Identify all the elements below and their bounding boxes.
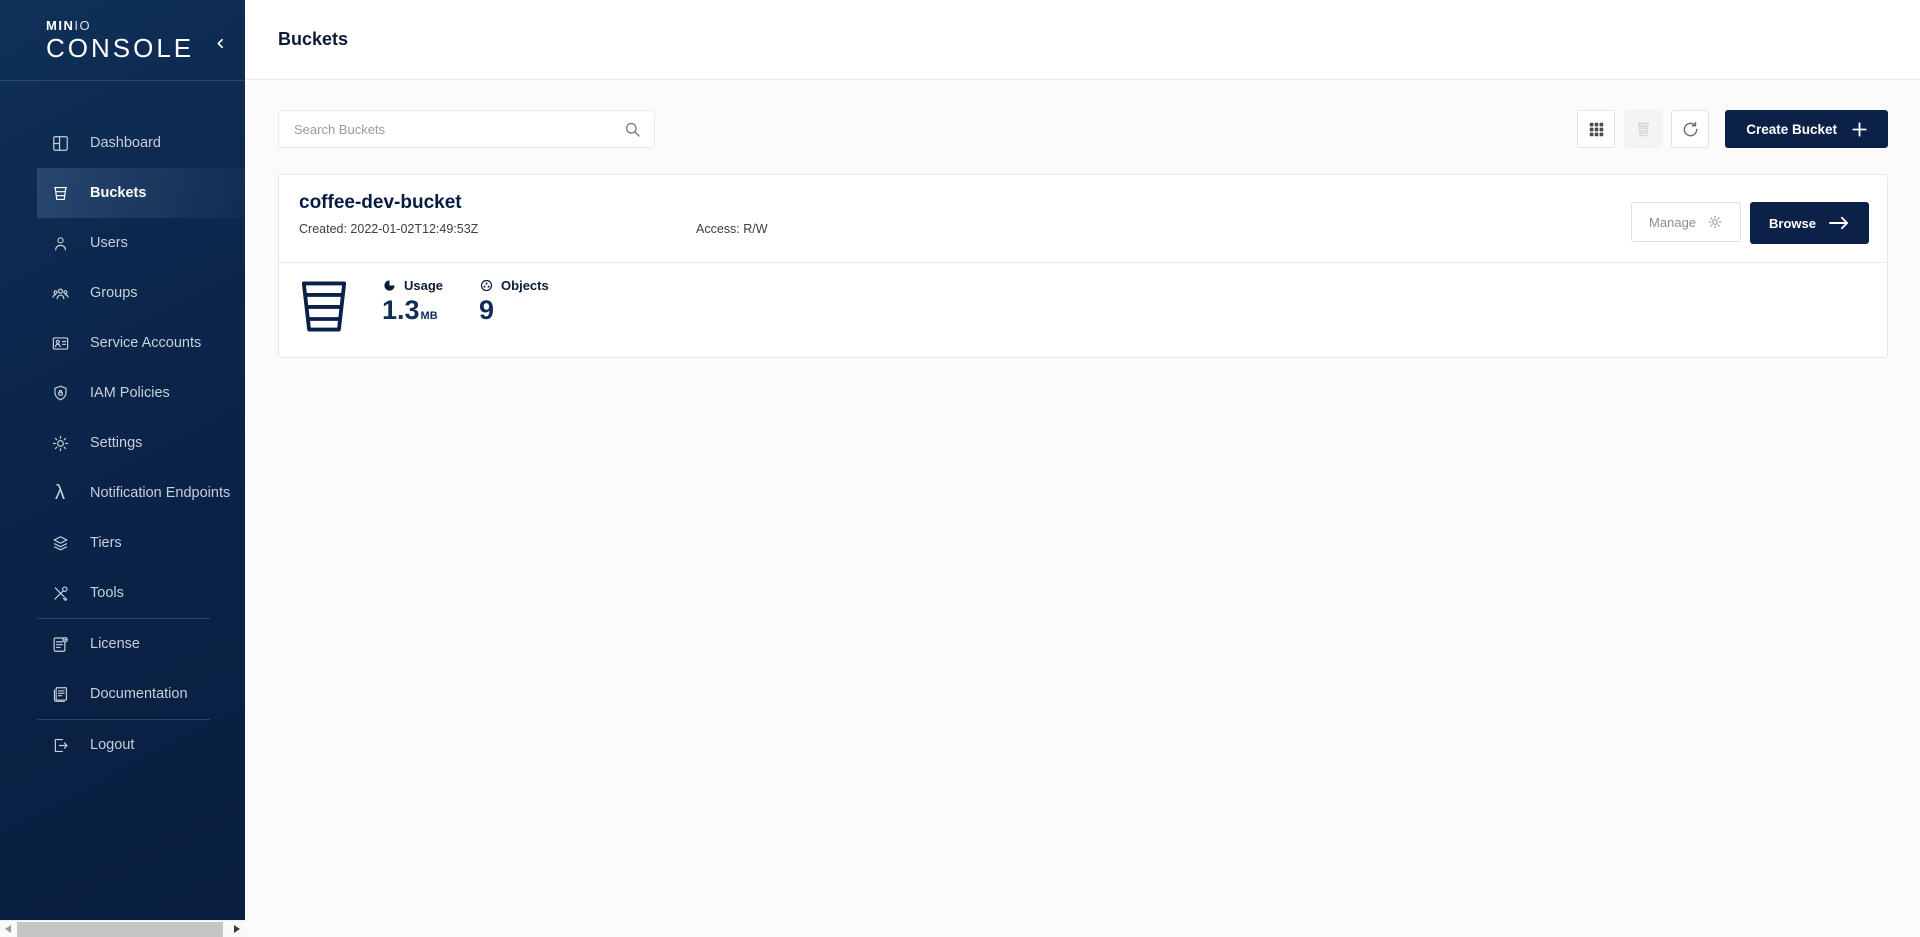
tools-icon xyxy=(50,583,70,603)
objects-metric: Objects 9 xyxy=(479,278,549,326)
list-view-icon xyxy=(1634,120,1653,139)
minio-console-app: MINIO CONSOLE Dashboard Buckets xyxy=(0,0,1920,937)
sidebar-item-label: Service Accounts xyxy=(90,335,201,351)
scrollbar-thumb[interactable] xyxy=(17,922,223,937)
documentation-icon xyxy=(50,684,70,704)
scroll-right-arrow[interactable] xyxy=(234,925,240,933)
usage-number: 1.3 xyxy=(382,295,420,325)
sidebar-item-logout[interactable]: Logout xyxy=(37,720,245,770)
chevron-left-icon xyxy=(214,37,227,50)
bucket-info: coffee-dev-bucket Created: 2022-01-02T12… xyxy=(299,192,768,262)
sidebar-item-label: Dashboard xyxy=(90,135,161,151)
sidebar-item-service-accounts[interactable]: Service Accounts xyxy=(37,318,245,368)
sidebar-item-label: Documentation xyxy=(90,686,188,702)
search-input[interactable] xyxy=(294,122,623,137)
scroll-left-arrow[interactable] xyxy=(5,925,11,933)
list-view-button xyxy=(1624,110,1662,148)
sidebar: MINIO CONSOLE Dashboard Buckets xyxy=(0,0,245,920)
minio-logo: MINIO xyxy=(46,19,245,32)
sidebar-item-license[interactable]: License xyxy=(37,619,245,669)
create-bucket-label: Create Bucket xyxy=(1746,122,1837,137)
shield-lock-icon xyxy=(50,383,70,403)
usage-unit: MB xyxy=(421,310,438,322)
user-icon xyxy=(50,233,70,253)
content-area: Create Bucket coffee-dev-bucket Created:… xyxy=(245,80,1920,358)
horizontal-scrollbar[interactable] xyxy=(0,920,245,937)
usage-pie-icon xyxy=(382,278,397,293)
sidebar-item-tiers[interactable]: Tiers xyxy=(37,518,245,568)
sidebar-item-label: Logout xyxy=(90,737,134,753)
search-icon xyxy=(623,120,642,139)
objects-number: 9 xyxy=(479,295,494,325)
bucket-actions: Manage Browse xyxy=(1631,202,1869,262)
usage-value: 1.3MB xyxy=(382,296,443,326)
sidebar-collapse-button[interactable] xyxy=(210,33,230,53)
grid-view-icon xyxy=(1587,120,1606,139)
sidebar-item-label: Buckets xyxy=(90,185,146,201)
objects-icon xyxy=(479,278,494,293)
sidebar-item-iam-policies[interactable]: IAM Policies xyxy=(37,368,245,418)
sidebar-item-label: License xyxy=(90,636,140,652)
gear-icon xyxy=(1707,214,1723,230)
objects-label: Objects xyxy=(501,278,549,293)
bucket-meta: Created: 2022-01-02T12:49:53Z Access: R/… xyxy=(299,222,768,236)
sidebar-item-label: Users xyxy=(90,235,128,251)
arrow-right-icon xyxy=(1829,216,1850,230)
objects-value: 9 xyxy=(479,296,549,326)
create-bucket-button[interactable]: Create Bucket xyxy=(1725,110,1888,148)
minio-logo-bold: MIN xyxy=(46,18,74,33)
sidebar-item-users[interactable]: Users xyxy=(37,218,245,268)
dashboard-icon xyxy=(50,133,70,153)
logo-block: MINIO CONSOLE xyxy=(0,0,245,81)
sidebar-nav: Dashboard Buckets Users Groups xyxy=(0,81,245,770)
usage-label: Usage xyxy=(404,278,443,293)
usage-metric: Usage 1.3MB xyxy=(382,278,443,326)
page-header: Buckets xyxy=(245,0,1920,80)
usage-label-row: Usage xyxy=(382,278,443,293)
manage-label: Manage xyxy=(1649,215,1696,230)
main-area: Buckets xyxy=(245,0,1920,937)
bucket-card: coffee-dev-bucket Created: 2022-01-02T12… xyxy=(278,174,1888,358)
browse-label: Browse xyxy=(1769,216,1816,231)
license-icon xyxy=(50,634,70,654)
sidebar-item-label: Groups xyxy=(90,285,138,301)
sidebar-item-dashboard[interactable]: Dashboard xyxy=(37,118,245,168)
sidebar-item-documentation[interactable]: Documentation xyxy=(37,669,245,719)
bucket-access: Access: R/W xyxy=(696,222,768,236)
sidebar-item-buckets[interactable]: Buckets xyxy=(37,168,245,218)
toolbar: Create Bucket xyxy=(1577,110,1888,148)
manage-button[interactable]: Manage xyxy=(1631,202,1741,242)
layers-icon xyxy=(50,533,70,553)
sidebar-item-label: IAM Policies xyxy=(90,385,170,401)
minio-logo-light: IO xyxy=(74,18,91,33)
bucket-metrics: Usage 1.3MB xyxy=(279,263,1887,357)
bucket-name[interactable]: coffee-dev-bucket xyxy=(299,192,768,215)
actions-row: Create Bucket xyxy=(278,110,1888,148)
plus-icon xyxy=(1852,122,1867,137)
sidebar-item-label: Notification Endpoints xyxy=(90,485,230,501)
sidebar-item-settings[interactable]: Settings xyxy=(37,418,245,468)
bucket-large-icon xyxy=(299,278,349,335)
sidebar-item-tools[interactable]: Tools xyxy=(37,568,245,618)
sidebar-item-label: Tools xyxy=(90,585,124,601)
logout-icon xyxy=(50,735,70,755)
refresh-icon xyxy=(1681,120,1700,139)
sidebar-item-groups[interactable]: Groups xyxy=(37,268,245,318)
lambda-icon: λ xyxy=(50,483,70,503)
bucket-card-header: coffee-dev-bucket Created: 2022-01-02T12… xyxy=(279,175,1887,262)
page-title: Buckets xyxy=(278,29,348,50)
groups-icon xyxy=(50,283,70,303)
sidebar-item-notification-endpoints[interactable]: λ Notification Endpoints xyxy=(37,468,245,518)
gear-icon xyxy=(50,433,70,453)
search-box[interactable] xyxy=(278,110,655,148)
objects-label-row: Objects xyxy=(479,278,549,293)
service-accounts-icon xyxy=(50,333,70,353)
bucket-created: Created: 2022-01-02T12:49:53Z xyxy=(299,222,696,236)
bucket-icon xyxy=(50,183,70,203)
grid-view-button[interactable] xyxy=(1577,110,1615,148)
sidebar-item-label: Tiers xyxy=(90,535,122,551)
sidebar-item-label: Settings xyxy=(90,435,142,451)
refresh-button[interactable] xyxy=(1671,110,1709,148)
browse-button[interactable]: Browse xyxy=(1750,202,1869,244)
